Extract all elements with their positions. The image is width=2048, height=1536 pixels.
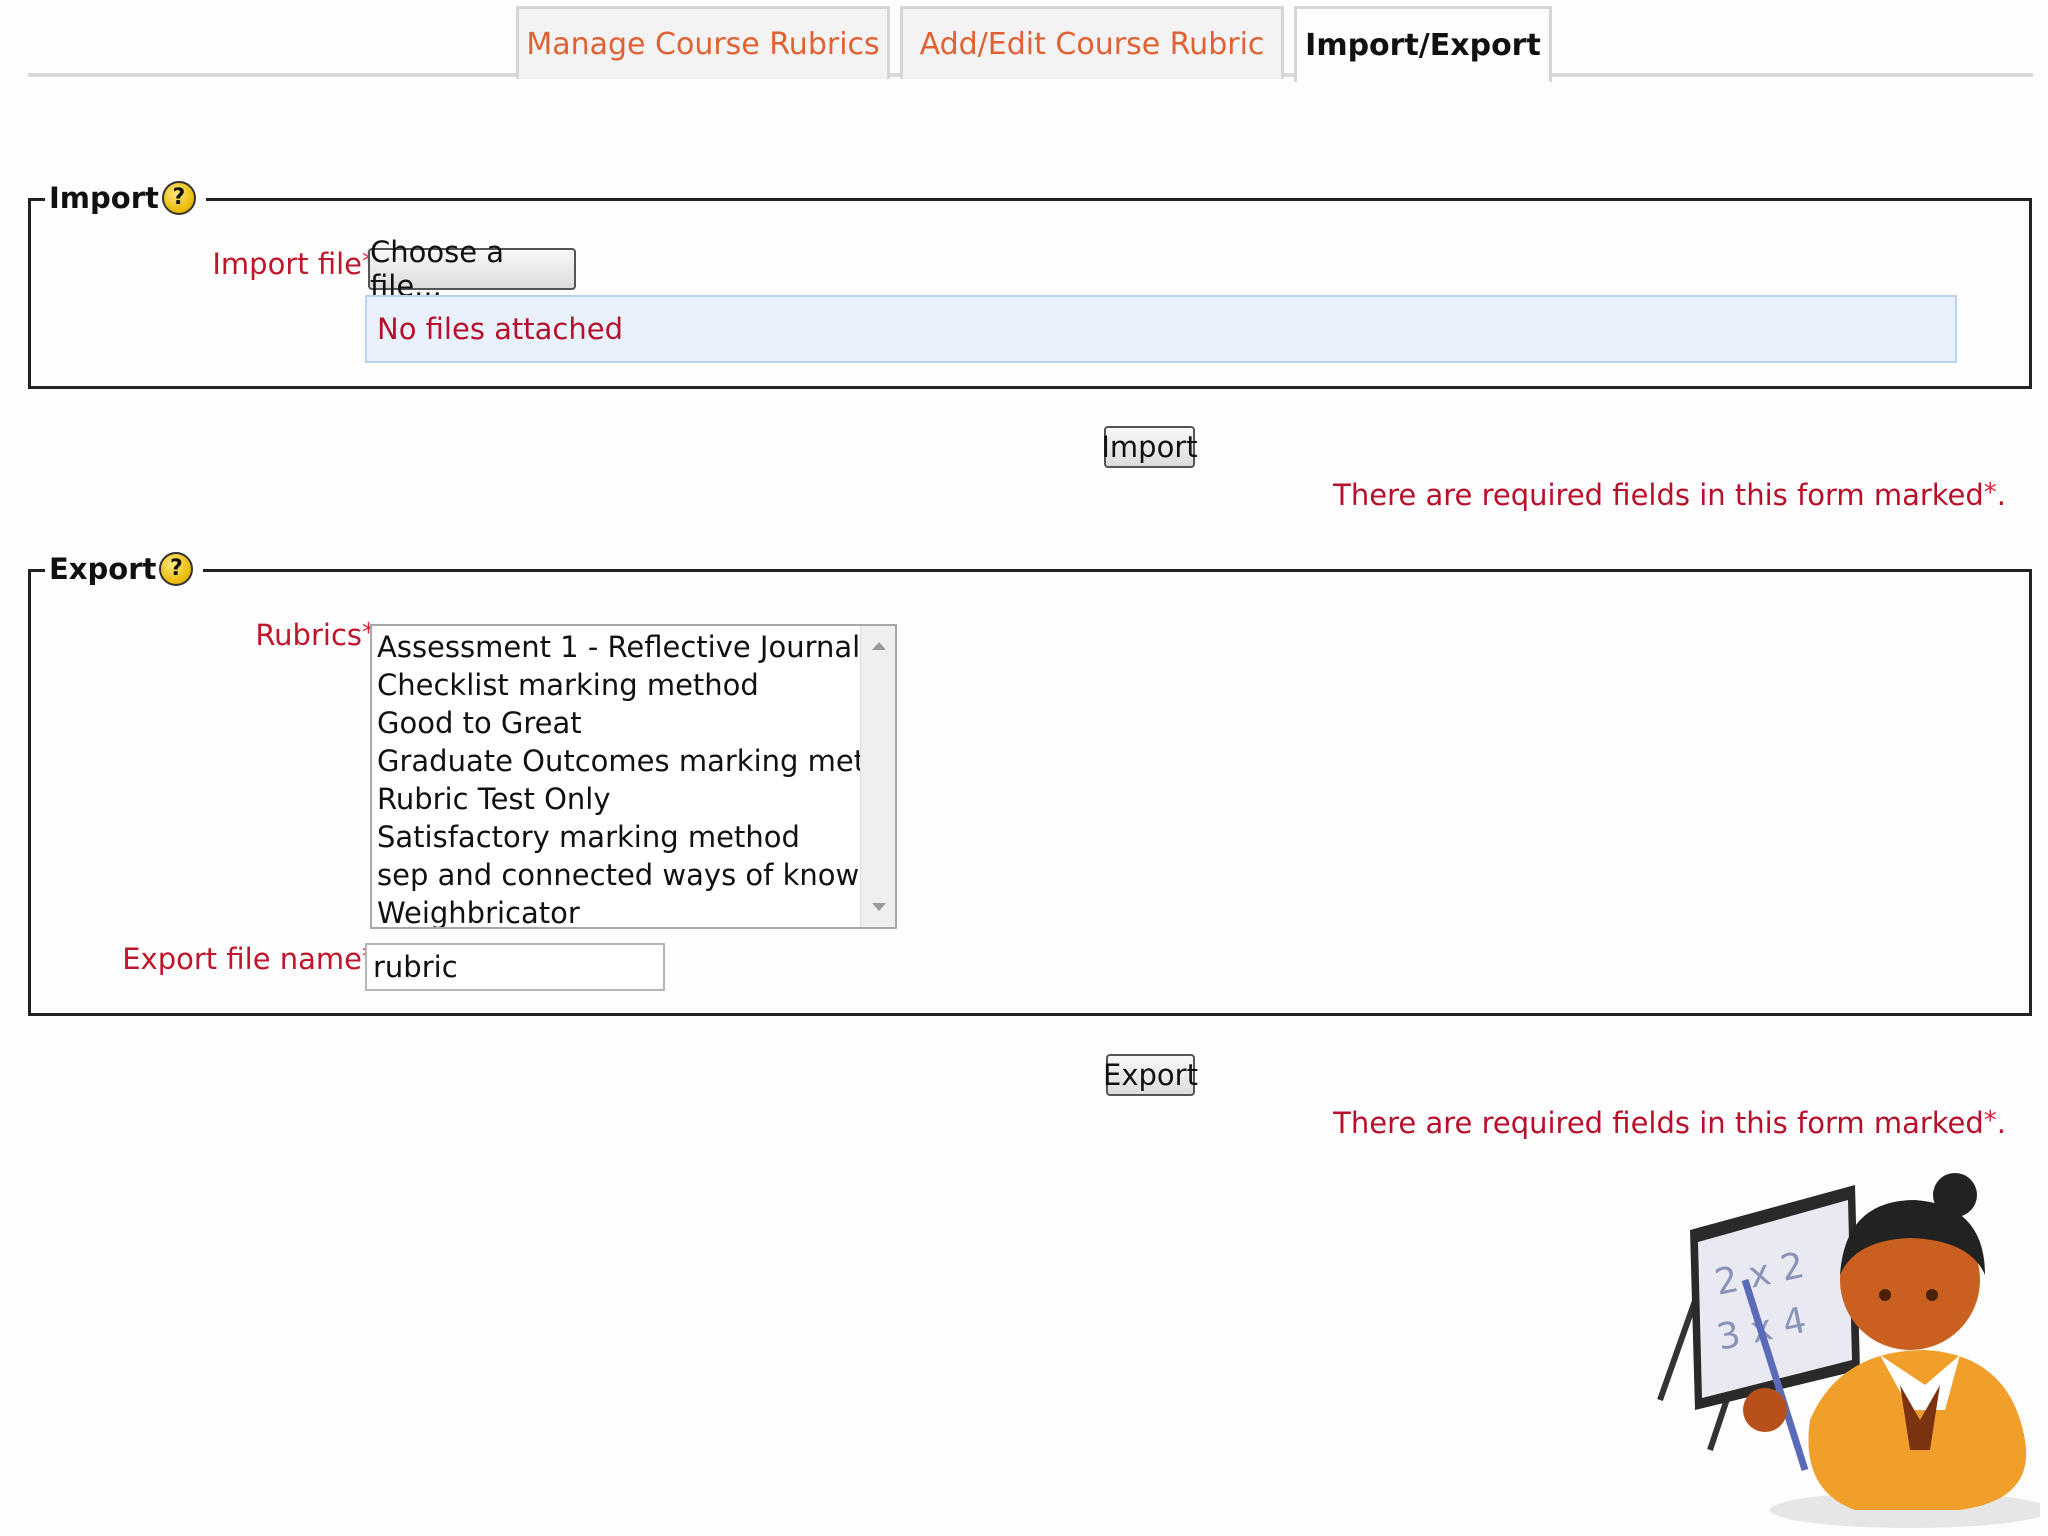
export-fieldset: Export ? Rubrics* Assessment 1 - Reflect… xyxy=(28,544,2032,1016)
export-file-name-label-text: Export file name xyxy=(122,942,362,976)
import-required-note: There are required fields in this form m… xyxy=(1333,478,2006,512)
help-icon[interactable]: ? xyxy=(161,181,196,215)
tab-manage-course-rubrics[interactable]: Manage Course Rubrics xyxy=(516,6,890,79)
export-required-note-text: There are required fields in this form m… xyxy=(1333,1106,1984,1140)
export-button[interactable]: Export xyxy=(1103,1054,1198,1096)
rubrics-label: Rubrics* xyxy=(181,618,375,652)
import-legend-text: Import xyxy=(49,181,159,215)
list-item[interactable]: Weighbricator xyxy=(372,894,895,927)
export-legend: Export ? xyxy=(45,544,204,594)
choose-file-button[interactable]: Choose a file... xyxy=(368,235,576,303)
export-file-name-label: Export file name* xyxy=(71,942,375,976)
export-required-note: There are required fields in this form m… xyxy=(1333,1106,2006,1140)
import-button[interactable]: Import xyxy=(1101,426,1198,468)
scroll-up-arrow-icon[interactable] xyxy=(872,642,886,650)
teacher-mascot-image: 2 x 2 3 x 4 xyxy=(1657,1173,2040,1528)
import-required-note-text: There are required fields in this form m… xyxy=(1333,478,1984,512)
export-legend-text: Export xyxy=(49,552,157,586)
rubrics-options: Assessment 1 - Reflective Journal Checkl… xyxy=(372,626,895,927)
rubrics-listbox[interactable]: Assessment 1 - Reflective Journal Checkl… xyxy=(370,624,897,929)
list-item[interactable]: Checklist marking method xyxy=(372,666,895,704)
help-icon[interactable]: ? xyxy=(159,552,194,586)
list-item[interactable]: Assessment 1 - Reflective Journal xyxy=(372,628,895,666)
list-item[interactable]: Rubric Test Only xyxy=(372,780,895,818)
list-item[interactable]: sep and connected ways of knowing xyxy=(372,856,895,894)
export-file-name-input[interactable] xyxy=(365,943,665,991)
list-item[interactable]: Satisfactory marking method xyxy=(372,818,895,856)
list-item[interactable]: Graduate Outcomes marking method xyxy=(372,742,895,780)
tab-import-export[interactable]: Import/Export xyxy=(1294,6,1552,82)
required-marker: * xyxy=(1983,1106,1997,1136)
listbox-scrollbar[interactable] xyxy=(860,626,895,927)
import-fieldset: Import ? Import file* Choose a file... N… xyxy=(28,173,2032,389)
import-file-label: Import file* xyxy=(181,247,375,281)
tab-add-edit-course-rubric[interactable]: Add/Edit Course Rubric xyxy=(900,6,1284,79)
required-marker: * xyxy=(1983,478,1997,508)
scroll-down-arrow-icon[interactable] xyxy=(872,903,886,911)
rubrics-label-text: Rubrics xyxy=(255,618,362,652)
import-file-label-text: Import file xyxy=(212,247,362,281)
files-attached-area[interactable]: No files attached xyxy=(365,295,1957,363)
list-item[interactable]: Good to Great xyxy=(372,704,895,742)
files-status-text: No files attached xyxy=(377,312,624,346)
import-legend: Import ? xyxy=(45,173,206,223)
